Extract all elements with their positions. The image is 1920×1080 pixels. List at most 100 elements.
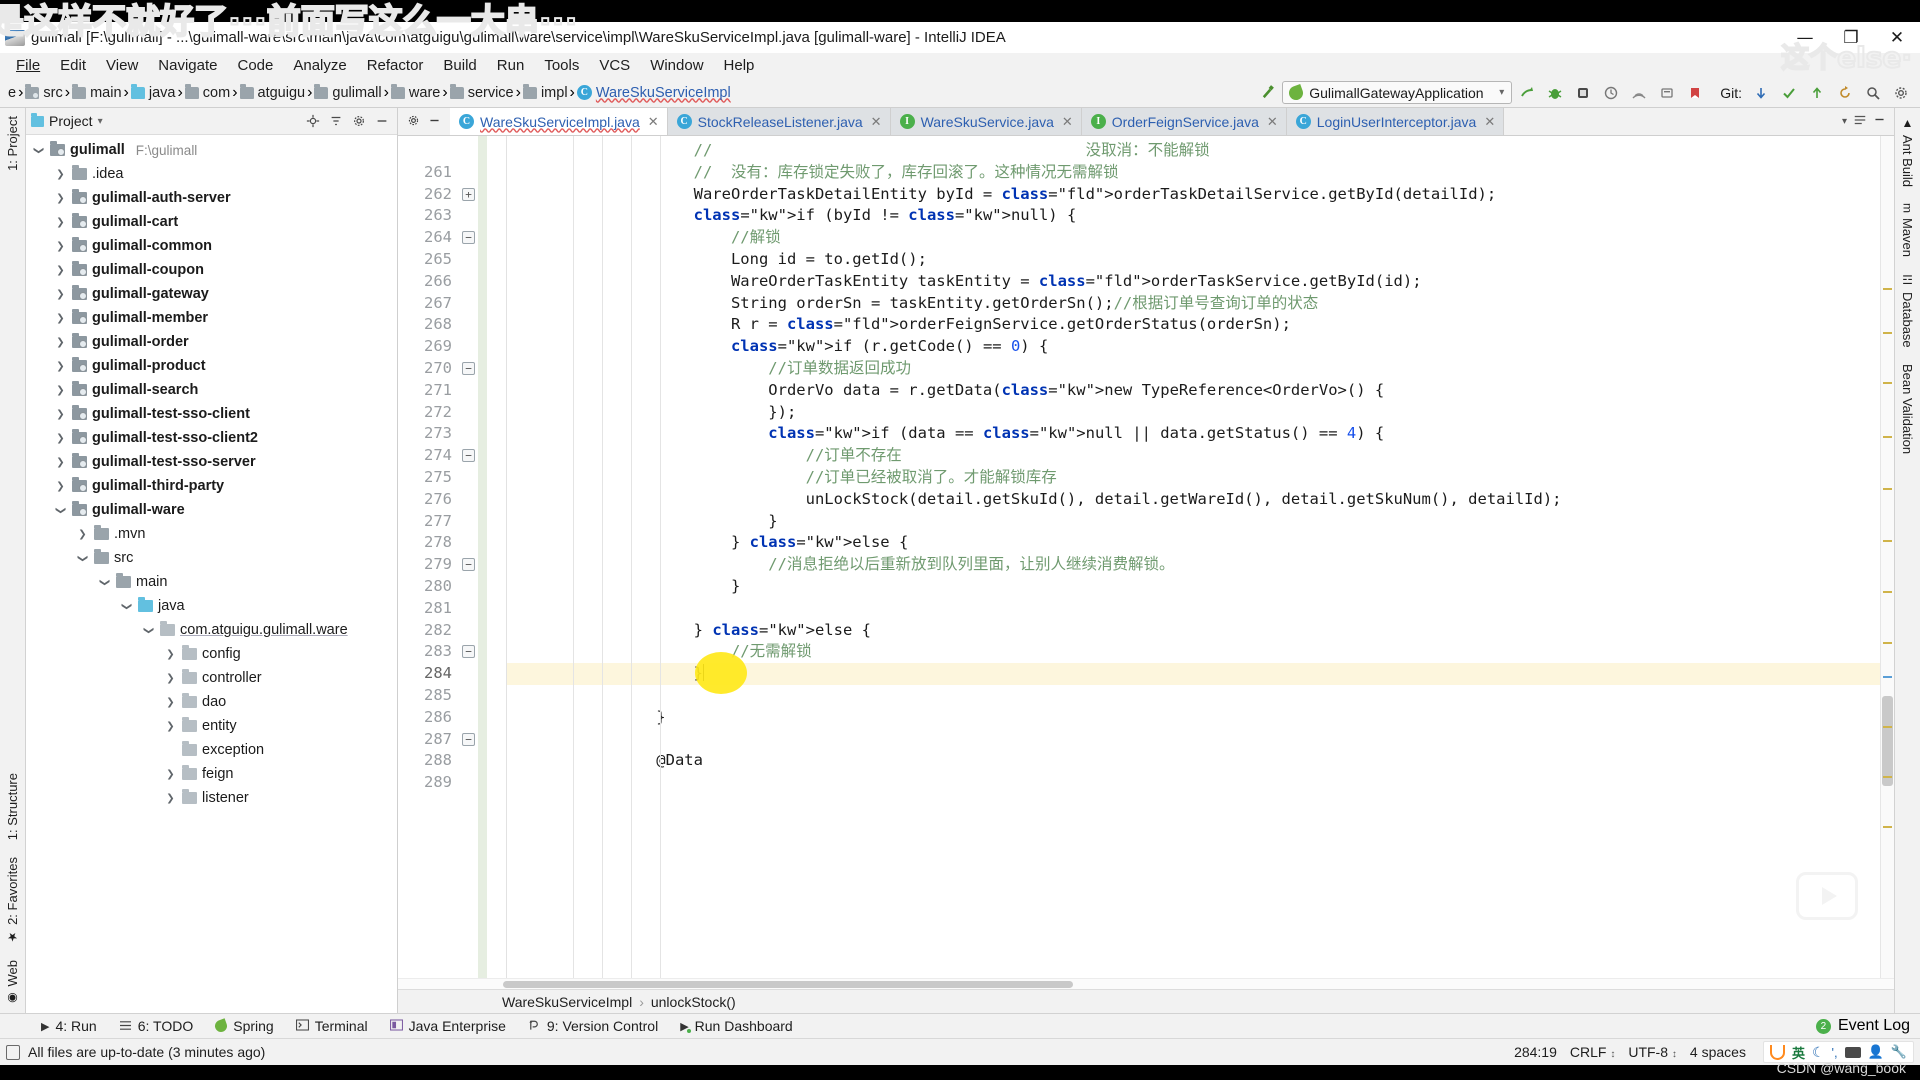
locate-icon[interactable] <box>303 111 323 131</box>
error-stripe-mark[interactable] <box>1883 642 1892 644</box>
source-code[interactable]: // 没取消：不能解锁 // 没有：库存锁定失败了，库存回滚了。这种情况无需解锁… <box>507 136 1880 772</box>
code-line[interactable]: // 没有：库存锁定失败了，库存回滚了。这种情况无需解锁 <box>507 162 1880 184</box>
horizontal-scrollbar-thumb[interactable] <box>503 981 1073 988</box>
chevron-right-icon[interactable]: ❯ <box>54 265 67 276</box>
code-line[interactable]: } class="kw">else { <box>507 532 1880 554</box>
code-line[interactable]: //解锁 <box>507 227 1880 249</box>
breadcrumb-item-impl[interactable]: impl <box>521 83 570 102</box>
code-line[interactable]: } <box>507 707 1880 729</box>
code-line[interactable]: WareOrderTaskEntity taskEntity = class="… <box>507 271 1880 293</box>
tree-node[interactable]: ❯ gulimall-order <box>26 330 397 354</box>
code-line[interactable]: String orderSn = taskEntity.getOrderSn()… <box>507 293 1880 315</box>
comma-icon[interactable]: ', <box>1832 1045 1838 1060</box>
tab-login-user-interceptor[interactable]: C LoginUserInterceptor.java ✕ <box>1286 108 1505 135</box>
menu-window[interactable]: Window <box>640 54 713 77</box>
tab-stock-release-listener[interactable]: C StockReleaseListener.java ✕ <box>667 108 891 135</box>
error-stripe-mark[interactable] <box>1883 826 1892 828</box>
tool-window-java-enterprise[interactable]: Java Enterprise <box>379 1016 517 1036</box>
code-line[interactable]: //无需解锁 <box>507 641 1880 663</box>
fold-collapse-icon[interactable]: − <box>462 362 475 375</box>
breadcrumb-item-service[interactable]: service <box>448 83 516 102</box>
menu-build[interactable]: Build <box>433 54 486 77</box>
menu-edit[interactable]: Edit <box>50 54 96 77</box>
code-line[interactable]: //订单不存在 <box>507 445 1880 467</box>
run-icon[interactable] <box>1514 81 1540 105</box>
push-icon[interactable] <box>1804 81 1830 105</box>
chevron-down-icon[interactable]: ❯ <box>143 624 154 637</box>
tree-node[interactable]: ❯ gulimall-test-sso-client <box>26 402 397 426</box>
breadcrumb-item-ware[interactable]: ware <box>389 83 442 102</box>
tree-node[interactable]: ❯ gulimall-member <box>26 306 397 330</box>
caret-position[interactable]: 284:19 <box>1514 1044 1557 1060</box>
update-project-icon[interactable] <box>1748 81 1774 105</box>
profile-icon[interactable] <box>1598 81 1624 105</box>
sidebar-item-ant-build[interactable]: ▲ Ant Build <box>1897 108 1918 195</box>
tree-node[interactable]: ❯ entity <box>26 714 397 738</box>
chevron-right-icon[interactable]: ❯ <box>164 697 177 708</box>
unikey-icon[interactable] <box>1769 1044 1785 1060</box>
code-breadcrumb-method[interactable]: unlockStock() <box>651 994 736 1010</box>
search-everywhere-icon[interactable] <box>1860 81 1886 105</box>
error-stripe-mark[interactable] <box>1883 676 1892 678</box>
tree-node[interactable]: ❯ gulimall-test-sso-client2 <box>26 426 397 450</box>
menu-help[interactable]: Help <box>714 54 765 77</box>
settings-gear-icon[interactable] <box>349 111 369 131</box>
collapse-all-icon[interactable] <box>326 111 346 131</box>
error-stripe-mark[interactable] <box>1883 288 1892 290</box>
minimize-button[interactable]: — <box>1782 22 1828 53</box>
indent-setting[interactable]: 4 spaces <box>1690 1044 1746 1060</box>
attach-icon[interactable] <box>1654 81 1680 105</box>
menu-analyze[interactable]: Analyze <box>283 54 356 77</box>
fold-collapse-icon[interactable]: − <box>462 449 475 463</box>
hide-icon[interactable] <box>1873 113 1886 131</box>
chevron-right-icon[interactable]: ❯ <box>54 193 67 204</box>
chevron-right-icon[interactable]: ❯ <box>54 433 67 444</box>
user-icon[interactable]: 👤 <box>1868 1044 1884 1060</box>
chevron-right-icon[interactable]: ❯ <box>54 241 67 252</box>
tab-waresku-service-impl[interactable]: C WareSkuServiceImpl.java ✕ <box>450 108 668 135</box>
breadcrumb-item-gulimall[interactable]: gulimall <box>312 83 383 102</box>
fold-markers[interactable]: + − − − − − − <box>460 136 478 978</box>
project-tree[interactable]: ❯ gulimall F:\gulimall ❯ .idea ❯ gulimall-auth… <box>26 135 397 1013</box>
code-line[interactable]: unLockStock(detail.getSkuId(), detail.ge… <box>507 489 1880 511</box>
code-line[interactable]: } <box>507 663 1880 685</box>
code-breadcrumb-class[interactable]: WareSkuServiceImpl <box>502 994 632 1010</box>
tree-node[interactable]: ❯ feign <box>26 762 397 786</box>
chevron-down-icon[interactable]: ❯ <box>77 552 88 565</box>
menu-view[interactable]: View <box>96 54 148 77</box>
error-stripe-mark[interactable] <box>1883 591 1892 593</box>
menu-run[interactable]: Run <box>487 54 535 77</box>
tool-window-version-control[interactable]: 9: Version Control <box>517 1016 669 1036</box>
breadcrumb-item-src[interactable]: src <box>23 83 64 102</box>
tree-node[interactable]: ❯ main <box>26 570 397 594</box>
tree-node[interactable]: ❯ src <box>26 546 397 570</box>
sidebar-item-bean-validation[interactable]: Bean Validation <box>1897 356 1918 462</box>
hide-icon[interactable] <box>372 111 392 131</box>
settings-icon[interactable] <box>1888 81 1914 105</box>
event-log-label[interactable]: Event Log <box>1838 1017 1910 1035</box>
code-line[interactable]: class="kw">if (r.getCode() == 0) { <box>507 336 1880 358</box>
code-line[interactable] <box>507 685 1880 707</box>
chevron-down-icon[interactable]: ▾ <box>98 116 103 127</box>
editor-gutter[interactable]: 261 262 263 264 265 266 267 268 269 270 271 272 273 2… <box>398 136 506 978</box>
code-line[interactable]: //订单已经被取消了。才能解锁库存 <box>507 467 1880 489</box>
history-icon[interactable] <box>1832 81 1858 105</box>
settings-icon[interactable] <box>407 114 420 130</box>
fold-collapse-icon[interactable]: − <box>462 231 475 245</box>
moon-icon[interactable]: ☾ <box>1812 1044 1825 1061</box>
code-line[interactable]: @Data <box>507 750 1880 772</box>
menu-code[interactable]: Code <box>227 54 283 77</box>
close-icon[interactable]: ✕ <box>1062 114 1073 130</box>
tree-node[interactable]: ❯ java <box>26 594 397 618</box>
sidebar-item-project[interactable]: 1: Project <box>2 108 23 179</box>
tool-window-run-dashboard[interactable]: ▶ Run Dashboard <box>669 1016 804 1036</box>
chevron-down-icon[interactable]: ❯ <box>121 600 132 613</box>
breadcrumb-item-main[interactable]: main <box>70 83 123 102</box>
chevron-right-icon[interactable]: ❯ <box>164 721 177 732</box>
code-line[interactable]: WareOrderTaskDetailEntity byId = class="… <box>507 184 1880 206</box>
chevron-right-icon[interactable]: ❯ <box>54 385 67 396</box>
tree-node[interactable]: ❯ gulimall-common <box>26 234 397 258</box>
close-icon[interactable]: ✕ <box>1484 114 1495 130</box>
file-encoding[interactable]: UTF-8 ↕ <box>1628 1044 1677 1060</box>
breadcrumb-item-java[interactable]: java <box>129 83 178 102</box>
